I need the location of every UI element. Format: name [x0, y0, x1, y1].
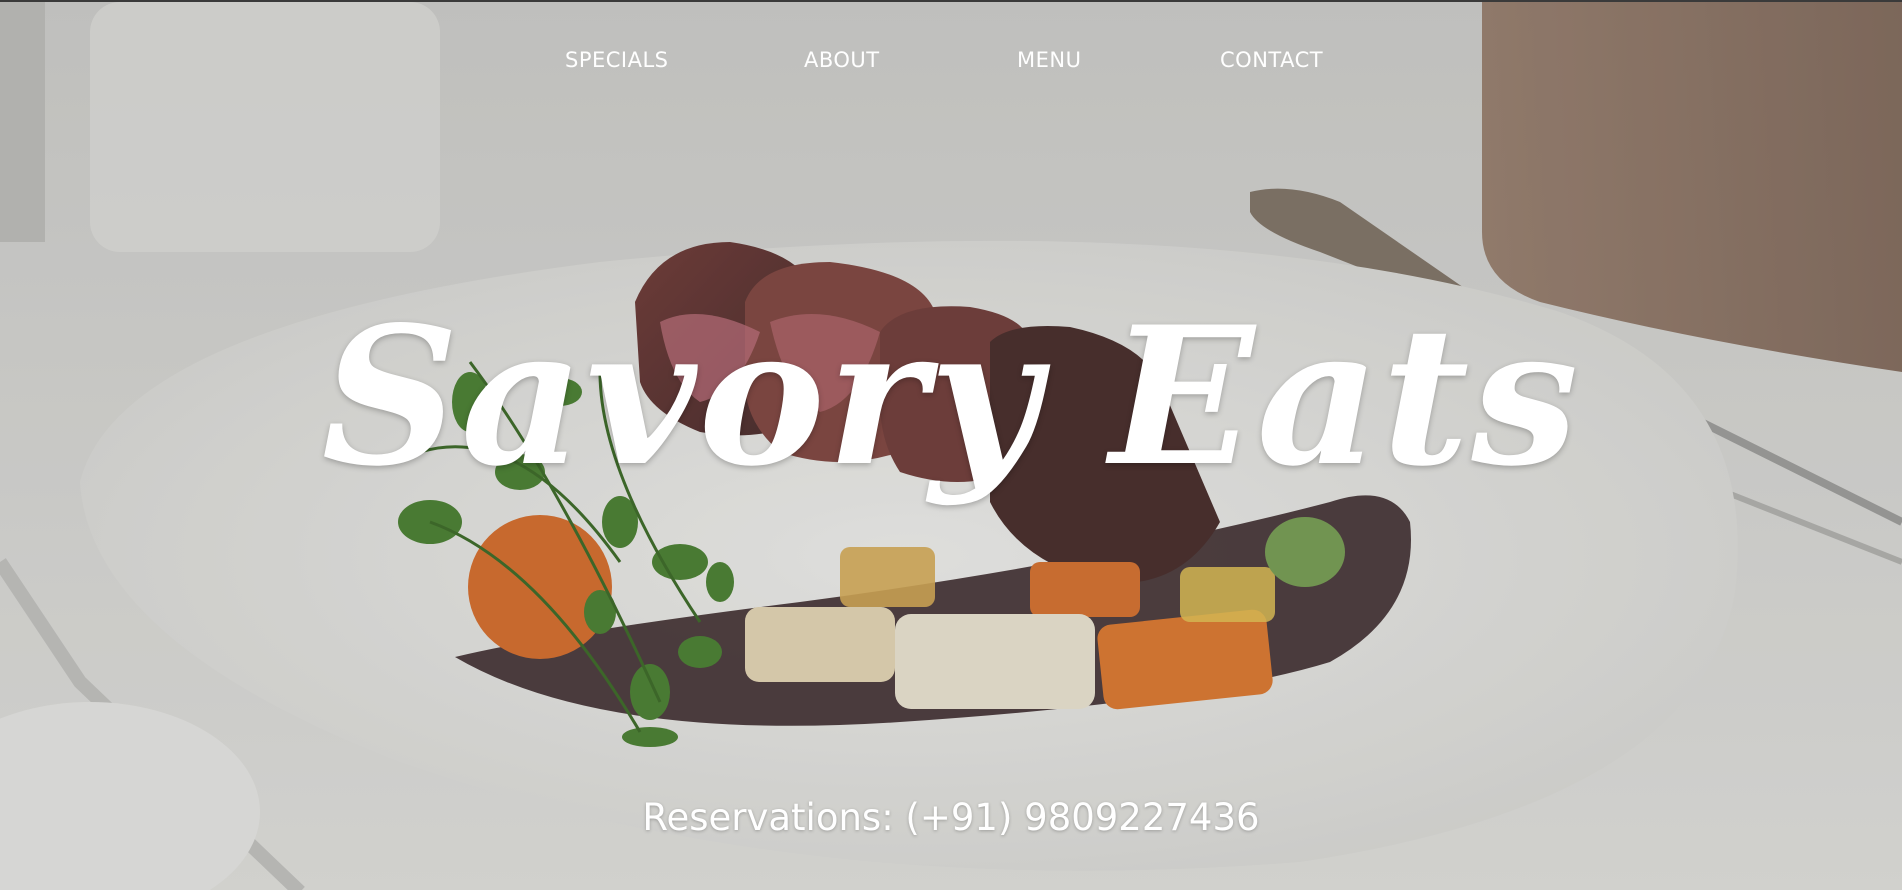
nav-link-menu[interactable]: MENU: [1017, 48, 1081, 72]
nav-link-contact[interactable]: CONTACT: [1220, 48, 1323, 72]
site-title: Savory Eats: [321, 285, 1581, 508]
nav-link-about[interactable]: ABOUT: [804, 48, 880, 72]
main-nav: SPECIALS ABOUT MENU CONTACT: [0, 48, 1902, 78]
hero-section: SPECIALS ABOUT MENU CONTACT Savory Eats …: [0, 0, 1902, 890]
reservations-phone: Reservations: (+91) 9809227436: [642, 796, 1260, 839]
nav-link-specials[interactable]: SPECIALS: [565, 48, 669, 72]
